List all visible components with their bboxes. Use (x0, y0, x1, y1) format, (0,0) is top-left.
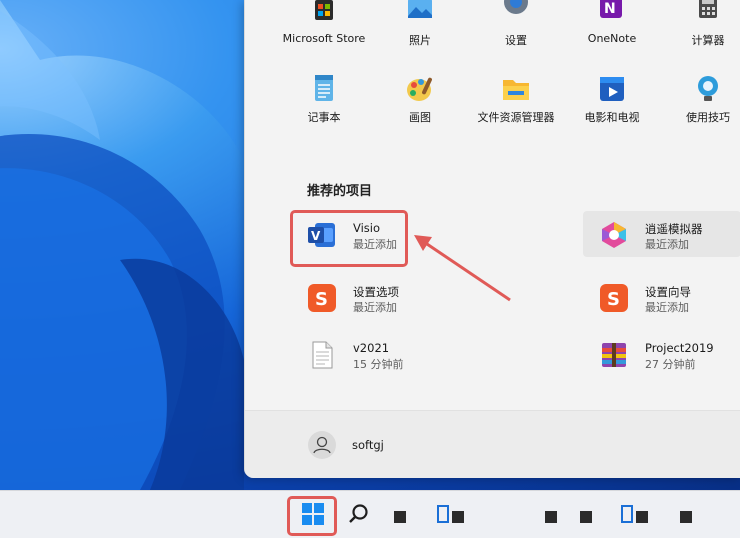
taskbar-app-2[interactable] (436, 503, 470, 525)
file-icon (621, 505, 633, 523)
taskbar-app-3[interactable] (541, 503, 563, 525)
app-icon (636, 511, 648, 523)
taskbar (0, 490, 740, 538)
app-icon (394, 511, 406, 523)
app-icon (680, 511, 692, 523)
annotation-arrow (414, 235, 511, 302)
taskbar-app-4[interactable] (576, 503, 598, 525)
search-icon (349, 504, 368, 523)
search-button[interactable] (348, 503, 370, 525)
app-icon (452, 511, 464, 523)
app-icon (545, 511, 557, 523)
taskbar-app-5[interactable] (620, 503, 654, 525)
taskbar-app-6[interactable] (676, 503, 698, 525)
annotation-highlight-start (287, 496, 337, 536)
app-icon (580, 511, 592, 523)
task-view-icon (437, 505, 449, 523)
taskbar-app-1[interactable] (390, 503, 412, 525)
